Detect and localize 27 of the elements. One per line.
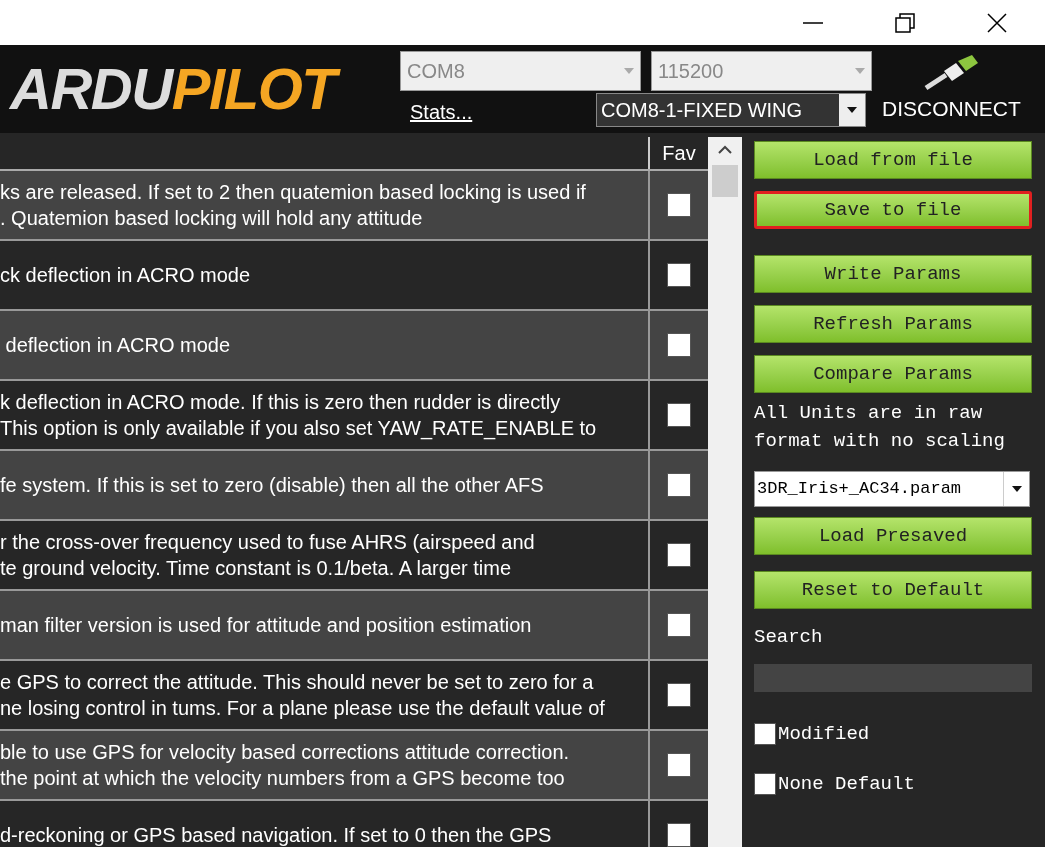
description-cell: ks are released. If set to 2 then quatemion based locking is used if . Quatemion based locking will hold any attitude <box>0 171 650 239</box>
action-button[interactable]: Load from file <box>754 141 1032 179</box>
action-button[interactable]: Compare Params <box>754 355 1032 393</box>
action-button[interactable]: Save to file <box>754 191 1032 229</box>
search-label: Search <box>754 625 824 650</box>
description-cell: k deflection in ACRO mode. If this is zero then rudder is directly This option is only available if you also set YAW_RATE_ENABLE to <box>0 381 650 449</box>
stats-link[interactable]: Stats... <box>410 97 473 127</box>
description-cell: d-reckoning or GPS based navigation. If set to 0 then the GPS <box>0 801 650 847</box>
description-cell: e GPS to correct the attitude. This should never be set to zero for a ne losing control in tums. For a plane please use the default value of <box>0 661 650 729</box>
disconnect-button[interactable]: DISCONNECT <box>882 93 1021 125</box>
description-cell: ck deflection in ACRO mode <box>0 241 650 309</box>
description-cell: man filter version is used for attitude and position estimation <box>0 591 650 659</box>
checkbox-label: Modified <box>778 721 870 747</box>
action-button[interactable]: Refresh Params <box>754 305 1032 343</box>
connection-dropdown[interactable]: COM8-1-FIXED WING <box>596 93 866 127</box>
action-button[interactable]: Reset to Default <box>754 571 1032 609</box>
action-button[interactable]: Write Params <box>754 255 1032 293</box>
description-cell: r the cross-over frequency used to fuse AHRS (airspeed and te ground velocity. Time constant is 0.1/beta. A larger time <box>0 521 650 589</box>
units-note: All Units are in raw format with no scaling <box>754 401 1006 454</box>
param-file-dropdown[interactable]: 3DR_Iris+_AC34.param <box>754 471 1030 507</box>
logo-text: ARDUPILOT <box>10 54 344 124</box>
checkbox-label: None Default <box>778 772 915 797</box>
description-cell: ble to use GPS for velocity based corrections attitude correction. the point at which the velocity numbers from a GPS become too <box>0 731 650 799</box>
description-cell: fe system. If this is set to zero (disable) then all the other AFS <box>0 451 650 519</box>
action-button[interactable]: Load Presaved <box>754 517 1032 555</box>
column-header: Fav <box>661 141 697 166</box>
description-cell: deflection in ACRO mode <box>0 311 650 379</box>
